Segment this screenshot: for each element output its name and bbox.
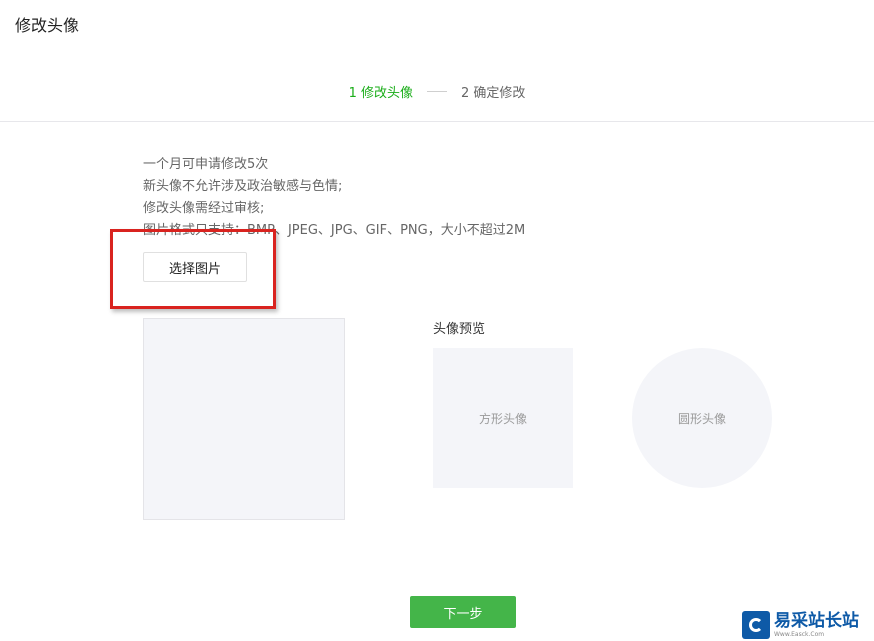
watermark-logo-icon: [742, 611, 770, 639]
tip-line: 新头像不允许涉及政治敏感与色情;: [143, 179, 343, 194]
image-crop-area[interactable]: [143, 318, 345, 520]
step-separator: [427, 91, 447, 92]
highlight-annotation: [110, 229, 276, 309]
square-avatar-preview: 方形头像: [433, 348, 573, 488]
tip-line: 修改头像需经过审核;: [143, 201, 265, 216]
watermark-text: 易采站长站: [774, 611, 859, 631]
step-1: 1 修改头像: [348, 86, 413, 101]
preview-title: 头像预览: [433, 322, 486, 337]
next-step-button[interactable]: 下一步: [410, 596, 516, 628]
round-avatar-preview: 圆形头像: [632, 348, 772, 488]
header-divider: [0, 121, 874, 122]
step-2: 2 确定修改: [461, 86, 526, 101]
round-avatar-label: 圆形头像: [677, 411, 726, 426]
tip-line: 一个月可申请修改5次: [143, 157, 269, 172]
square-avatar-label: 方形头像: [478, 411, 527, 426]
watermark: 易采站长站 Www.Easck.Com: [740, 609, 874, 641]
step-indicator: 1 修改头像 2 确定修改: [0, 82, 874, 101]
page-title: 修改头像: [15, 16, 80, 35]
watermark-text-block: 易采站长站 Www.Easck.Com: [774, 611, 859, 639]
watermark-subtext: Www.Easck.Com: [774, 631, 825, 638]
